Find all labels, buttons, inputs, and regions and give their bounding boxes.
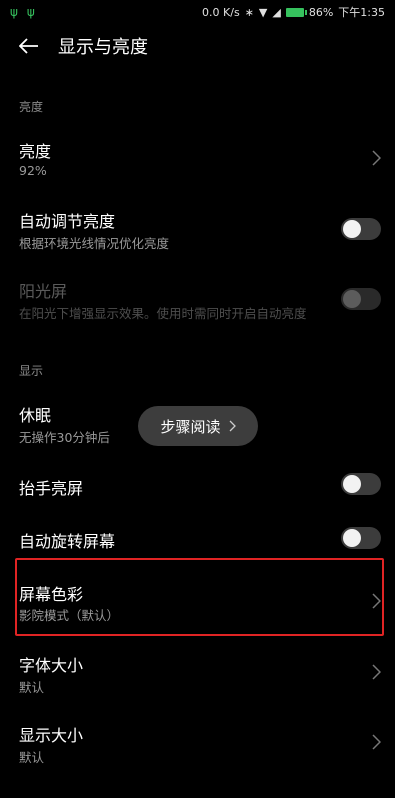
toggle-knob [343, 220, 361, 238]
row-title: 抬手亮屏 [19, 479, 84, 498]
step-reading-button[interactable]: 步骤阅读 [138, 406, 258, 446]
section-header-display: 显示 [19, 364, 44, 378]
bluetooth-icon: ∗ [244, 5, 254, 19]
auto-brightness-toggle[interactable] [341, 218, 381, 240]
highlight-box [15, 558, 384, 636]
row-title: 显示大小 [19, 726, 84, 745]
toggle-knob [343, 475, 361, 493]
chevron-right-icon [372, 150, 381, 166]
row-font-size[interactable]: 字体大小 默认 [0, 642, 395, 702]
row-brightness[interactable]: 亮度 92% [0, 128, 395, 188]
status-left-icons: ψ ψ [10, 5, 35, 19]
back-button[interactable] [0, 24, 58, 68]
row-title: 亮度 [19, 142, 52, 161]
wifi-icon: ▼ [258, 5, 268, 19]
lift-to-wake-toggle[interactable] [341, 473, 381, 495]
status-right: 0.0 K/s ∗ ▼ ◢ 86% 下午1:35 [202, 4, 385, 20]
battery-icon [285, 7, 307, 17]
row-display-size[interactable]: 显示大小 默认 [0, 712, 395, 772]
row-sunlight-screen: 阳光屏 在阳光下增强显示效果。使用时需同时开启自动亮度 [0, 268, 395, 328]
row-subtitle: 92% [19, 163, 47, 178]
row-lift-to-wake[interactable]: 抬手亮屏 [0, 462, 395, 508]
page-title: 显示与亮度 [58, 37, 148, 58]
row-title: 休眠 [19, 406, 52, 425]
row-title: 自动旋转屏幕 [19, 532, 116, 551]
auto-rotate-toggle[interactable] [341, 527, 381, 549]
signal-icon: ◢ [272, 5, 281, 19]
row-subtitle: 默认 [19, 750, 45, 765]
row-auto-rotate[interactable]: 自动旋转屏幕 [0, 515, 395, 561]
toggle-knob [343, 290, 361, 308]
sunlight-screen-toggle [341, 288, 381, 310]
row-auto-brightness[interactable]: 自动调节亮度 根据环境光线情况优化亮度 [0, 198, 395, 258]
usb-icon: ψ [26, 5, 35, 19]
row-title: 字体大小 [19, 656, 84, 675]
toast-label: 步骤阅读 [160, 417, 221, 436]
clock: 下午1:35 [338, 6, 385, 19]
status-bar: ψ ψ 0.0 K/s ∗ ▼ ◢ 86% 下午1:35 [0, 0, 395, 24]
toggle-knob [343, 529, 361, 547]
battery-level: 86% [308, 5, 334, 19]
arrow-left-icon [19, 38, 38, 54]
row-subtitle: 根据环境光线情况优化亮度 [19, 236, 170, 251]
chevron-right-icon [372, 734, 381, 750]
row-subtitle: 无操作30分钟后 [19, 430, 110, 445]
usb-icon: ψ [10, 5, 18, 19]
network-speed: 0.0 K/s [202, 5, 240, 19]
row-title: 自动调节亮度 [19, 212, 116, 231]
chevron-right-icon [229, 420, 236, 432]
chevron-right-icon [372, 664, 381, 680]
row-subtitle: 默认 [19, 680, 45, 695]
row-subtitle: 在阳光下增强显示效果。使用时需同时开启自动亮度 [19, 306, 307, 321]
app-bar: 显示与亮度 [0, 24, 395, 68]
section-header-brightness: 亮度 [19, 100, 44, 114]
row-title: 阳光屏 [19, 282, 68, 301]
